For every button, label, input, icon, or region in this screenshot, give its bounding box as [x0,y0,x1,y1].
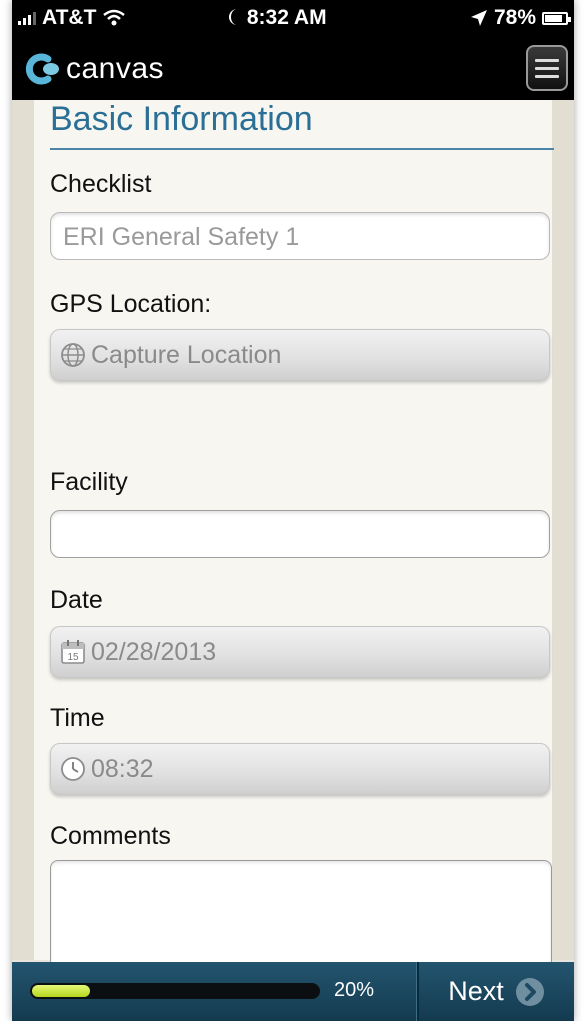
clock-icon [61,757,85,781]
date-field[interactable]: 15 02/28/2013 [50,626,550,678]
section-divider [50,148,554,150]
carrier-label: AT&T [42,6,97,29]
checklist-field[interactable]: ERI General Safety 1 [50,212,550,260]
calendar-icon: 15 [61,640,85,664]
app-header: canvas [12,40,574,100]
checklist-label: Checklist [50,170,152,198]
status-time-group: 8:32 AM [227,6,327,30]
capture-location-label: Capture Location [91,340,282,369]
comments-label: Comments [50,822,171,850]
progress-percent: 20% [334,979,375,1001]
paper-edge-left [12,100,34,960]
facility-field[interactable] [50,510,550,558]
time-label: Time [50,704,105,732]
battery-percent: 78% [493,6,536,29]
facility-label: Facility [50,468,128,496]
wifi-icon [103,9,126,26]
status-bar: AT&T 8:32 AM 78% [12,0,574,40]
form-content: Basic Information Checklist ERI General … [34,100,554,970]
moon-icon [229,9,237,25]
capture-location-button[interactable]: Capture Location [50,329,550,381]
progress-bar [30,983,320,999]
status-time: 8:32 AM [246,6,327,29]
section-title: Basic Information [50,100,313,138]
paper-edge-right [552,100,574,960]
date-value: 02/28/2013 [91,637,217,666]
signal-bars-icon [18,11,36,25]
canvas-logo-icon [25,53,59,85]
globe-icon [61,343,85,367]
time-value: 08:32 [91,754,154,783]
battery-icon [542,11,571,25]
location-arrow-icon [470,10,487,26]
gps-label: GPS Location: [50,290,212,318]
next-label: Next [448,976,504,1006]
hamburger-menu-icon[interactable] [526,45,568,91]
next-button[interactable]: Next [420,962,574,1021]
footer-divider [416,962,419,1021]
carrier-group: AT&T [18,6,126,30]
battery-group: 78% [470,6,571,30]
progress-fill [32,985,90,997]
time-field[interactable]: 08:32 [50,743,550,795]
comments-textarea[interactable] [50,860,552,970]
app-logo: canvas [24,50,164,88]
footer-bar: 20% Next [12,962,574,1021]
chevron-right-circle-icon [515,977,544,1006]
app-name: canvas [66,52,165,85]
svg-text:15: 15 [67,652,79,663]
phone-screen: AT&T 8:32 AM 78% canvas Basic Informatio… [12,0,574,1021]
date-label: Date [50,586,103,614]
